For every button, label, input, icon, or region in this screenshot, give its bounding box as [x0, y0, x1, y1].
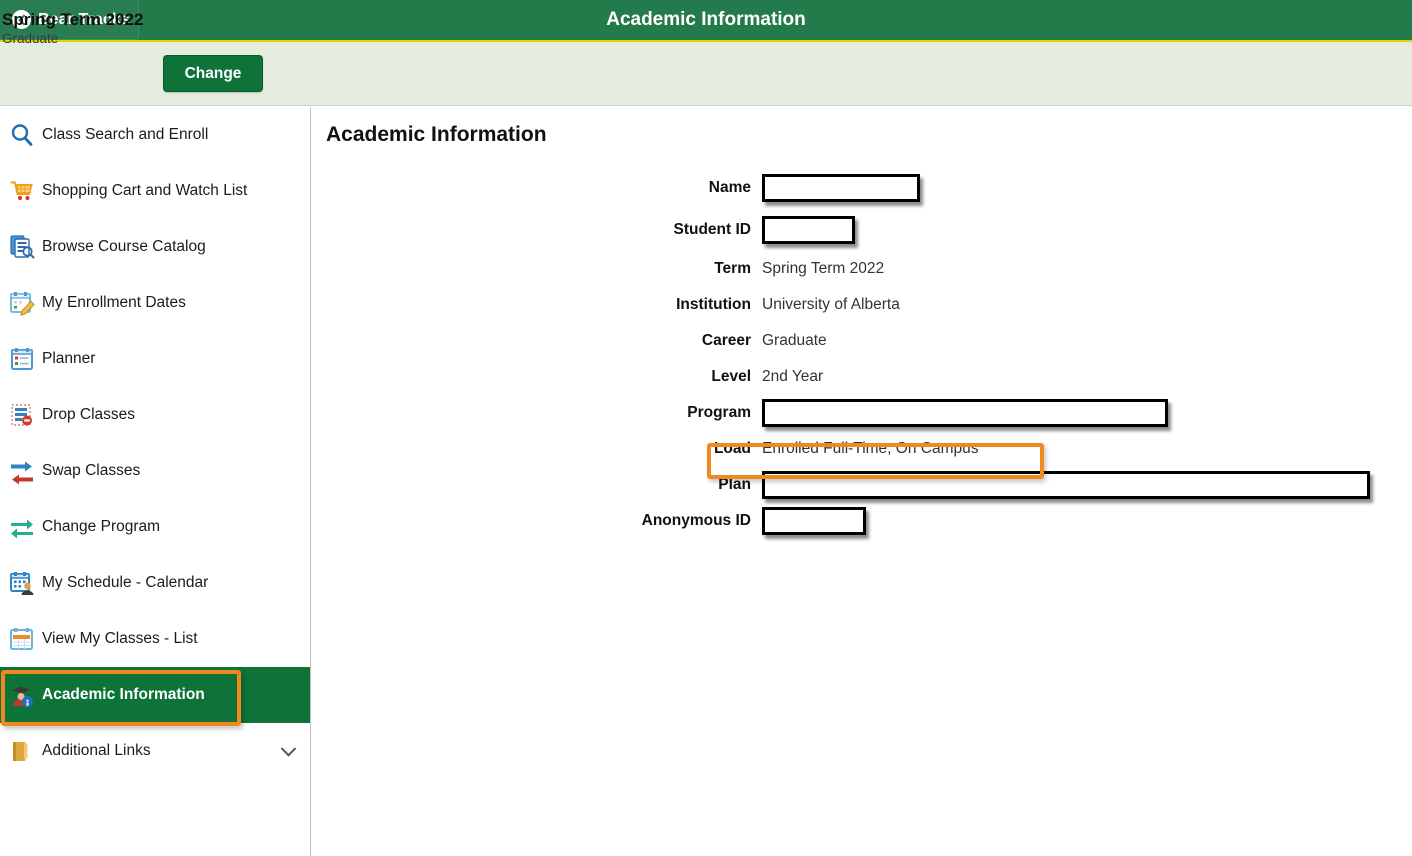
calendar-pencil-icon: [8, 289, 36, 317]
anonymous-id-redacted-value: [762, 507, 866, 535]
field-label: Institution: [312, 296, 762, 314]
magnifier-icon: [8, 121, 36, 149]
name-redacted-value: [762, 174, 920, 202]
app-root: Academic Information Bear Tracks Spring …: [0, 0, 1412, 856]
field-row-plan: Plan: [312, 467, 1412, 503]
sidebar-item-label: Drop Classes: [42, 406, 135, 424]
sidebar-item-label: View My Classes - List: [42, 630, 198, 648]
term-summary: Spring Term 2022 Graduate: [2, 10, 143, 46]
field-label: Term: [312, 260, 762, 278]
student-info-icon: [8, 681, 36, 709]
field-label: Name: [312, 179, 762, 197]
term-career: Graduate: [2, 31, 143, 46]
folder-icon: [8, 737, 36, 765]
sidebar-item-label: Additional Links: [42, 742, 151, 760]
sidebar-item-label: My Schedule - Calendar: [42, 574, 208, 592]
field-value: 2nd Year: [762, 368, 823, 386]
exchange-arrows-icon: [8, 513, 36, 541]
chevron-down-icon[interactable]: [281, 741, 297, 757]
change-term-button[interactable]: Change: [163, 55, 263, 92]
field-row-student-id: Student ID: [312, 209, 1412, 251]
student-id-redacted-value: [762, 216, 855, 244]
field-row-term: Term Spring Term 2022: [312, 251, 1412, 287]
field-label: Load: [312, 440, 762, 458]
program-redacted-value: [762, 399, 1168, 427]
sidebar-item-my-schedule-calendar[interactable]: My Schedule - Calendar: [0, 555, 310, 611]
field-value: University of Alberta: [762, 296, 900, 314]
sidebar-item-academic-information[interactable]: Academic Information: [0, 667, 311, 723]
field-row-level: Level 2nd Year: [312, 359, 1412, 395]
sidebar-item-label: Academic Information: [42, 686, 205, 704]
sidebar-item-my-enrollment-dates[interactable]: My Enrollment Dates: [0, 275, 310, 331]
field-value: Spring Term 2022: [762, 260, 884, 278]
field-row-name: Name: [312, 167, 1412, 209]
term-name: Spring Term 2022: [2, 10, 143, 29]
sidebar-item-drop-classes[interactable]: Drop Classes: [0, 387, 310, 443]
academic-information-form: Name Student ID Term Spring Term 2022 In…: [312, 167, 1412, 539]
field-value: Enrolled Full-Time, On Campus: [762, 440, 979, 458]
sidebar-item-planner[interactable]: Planner: [0, 331, 310, 387]
sidebar-item-label: Class Search and Enroll: [42, 126, 208, 144]
field-label: Level: [312, 368, 762, 386]
sidebar-nav: Class Search and Enroll Shopping Cart an…: [0, 107, 311, 856]
swap-arrows-icon: [8, 457, 36, 485]
sidebar-item-swap-classes[interactable]: Swap Classes: [0, 443, 310, 499]
plan-redacted-value: [762, 471, 1370, 499]
page-title: Academic Information: [326, 123, 547, 147]
field-label: Anonymous ID: [312, 512, 762, 530]
field-row-institution: Institution University of Alberta: [312, 287, 1412, 323]
calendar-person-icon: [8, 569, 36, 597]
sidebar-item-additional-links[interactable]: Additional Links: [0, 723, 310, 779]
sidebar-item-label: Shopping Cart and Watch List: [42, 182, 247, 200]
field-row-career: Career Graduate: [312, 323, 1412, 359]
sidebar-item-change-program[interactable]: Change Program: [0, 499, 310, 555]
sidebar-item-label: Change Program: [42, 518, 160, 536]
sidebar-item-label: My Enrollment Dates: [42, 294, 186, 312]
field-label: Program: [312, 404, 762, 422]
main-content: Academic Information Name Student ID Ter…: [312, 107, 1412, 856]
catalog-search-icon: [8, 233, 36, 261]
field-label: Career: [312, 332, 762, 350]
field-row-load: Load Enrolled Full-Time, On Campus: [312, 431, 1412, 467]
sidebar-item-label: Planner: [42, 350, 95, 368]
sidebar-item-shopping-cart-and-watch-list[interactable]: Shopping Cart and Watch List: [0, 163, 310, 219]
sidebar-item-class-search-and-enroll[interactable]: Class Search and Enroll: [0, 107, 310, 163]
calendar-orange-icon: [8, 625, 36, 653]
sidebar-item-label: Swap Classes: [42, 462, 140, 480]
list-minus-icon: [8, 401, 36, 429]
field-label: Student ID: [312, 221, 762, 239]
field-value: Graduate: [762, 332, 827, 350]
field-label: Plan: [312, 476, 762, 494]
app-header: [0, 0, 1412, 40]
sidebar-item-label: Browse Course Catalog: [42, 238, 206, 256]
shopping-cart-icon: [8, 177, 36, 205]
sidebar-item-browse-course-catalog[interactable]: Browse Course Catalog: [0, 219, 310, 275]
field-row-program: Program: [312, 395, 1412, 431]
sidebar-item-view-my-classes-list[interactable]: View My Classes - List: [0, 611, 310, 667]
field-row-anonymous-id: Anonymous ID: [312, 503, 1412, 539]
calendar-list-icon: [8, 345, 36, 373]
